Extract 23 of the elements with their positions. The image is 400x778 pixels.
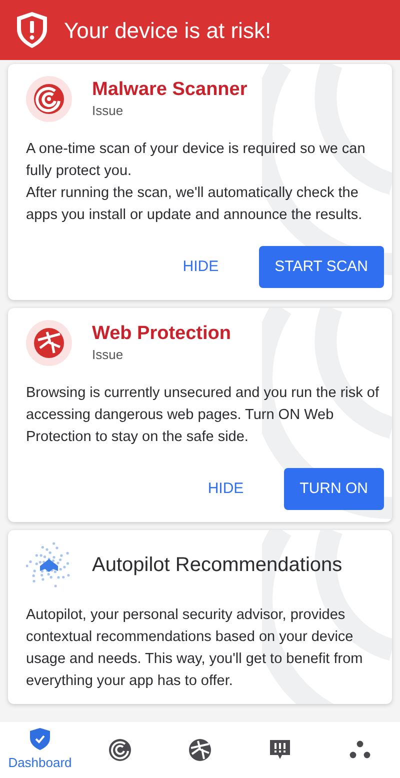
shield-check-icon [29,727,51,752]
shield-alert-icon [16,11,48,49]
scanner-icon [108,738,132,762]
card-description: After running the scan, we'll automatically check the apps you install or update and announce the results. [26,184,364,225]
header-title: Your device is at risk! [64,16,272,44]
card-description: Autopilot, your personal security advisor, provides contextual recommendations based on your device usage and needs. This way, you'll get to benefit from everything your app has to offer. [26,606,364,691]
status-label: Issue [92,346,124,364]
autopilot-icon [26,542,72,588]
hide-button[interactable]: HIDE [158,246,243,288]
more-icon [349,740,371,760]
card-title: Autopilot Recommendations [92,553,342,577]
globe-icon [26,320,72,366]
primary-button[interactable]: TURN ON [284,468,384,510]
nav-tab[interactable]: Dashboard [4,723,76,777]
hide-button[interactable]: HIDE [184,468,268,510]
scanner-icon [26,76,72,122]
card-description: Browsing is currently unsecured and you run the risk of accessing dangerous web pages. Turn ON Web Protection to stay on the safe side. [26,384,380,447]
globe-icon [188,738,212,762]
status-label: Issue [92,102,124,120]
card-title: Malware Scanner [92,78,248,102]
card-title: Web Protection [92,322,231,346]
primary-button[interactable]: START SCAN [258,246,384,288]
card-description: A one-time scan of your device is required so we can fully protect you. [26,140,366,181]
